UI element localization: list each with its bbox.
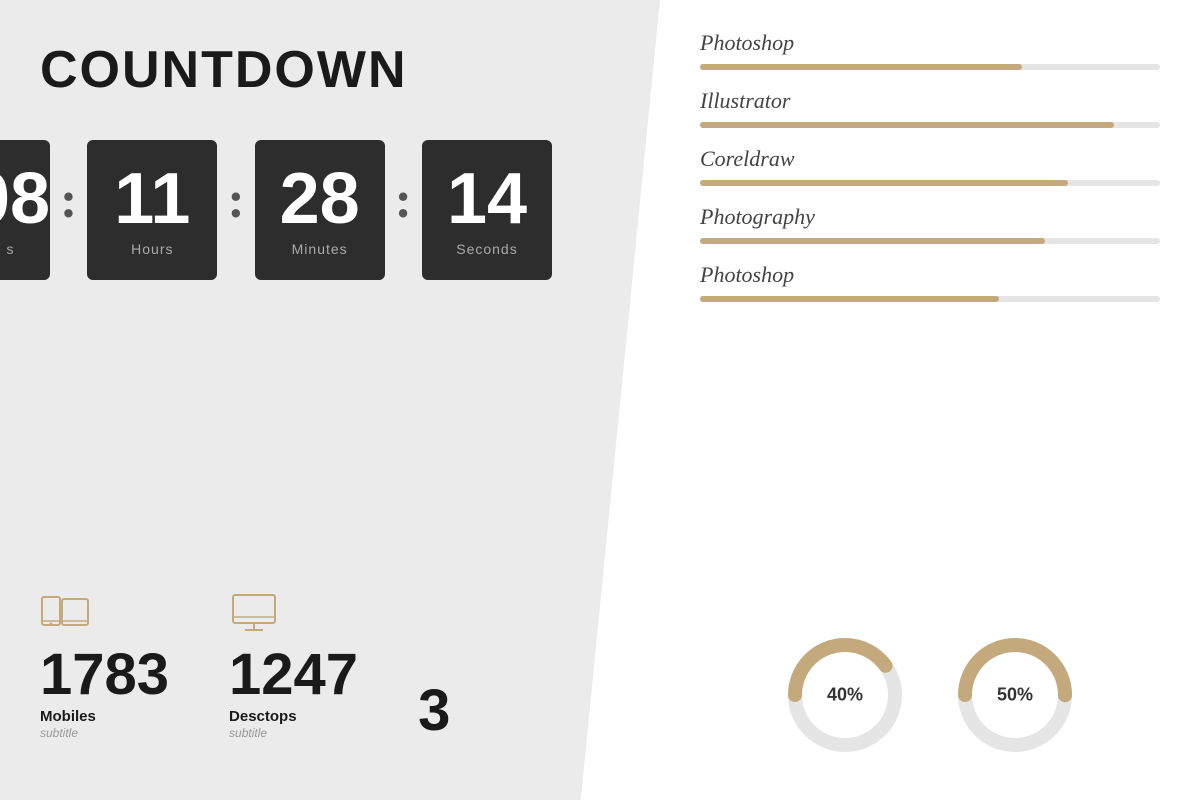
donut-center-0: 40%	[827, 685, 863, 706]
mobiles-label: Mobiles	[40, 708, 96, 725]
days-label-partial: s	[7, 241, 14, 257]
days-block-partial: 08 s	[0, 140, 50, 280]
colon-3: :	[395, 171, 412, 250]
skill-name-0: Photoshop	[700, 30, 1160, 56]
skill-bar-bg-4	[700, 296, 1160, 302]
hours-block: 11 Hours	[87, 140, 217, 280]
skill-bar-fill-2	[700, 180, 1068, 186]
skill-name-2: Coreldraw	[700, 146, 1160, 172]
seconds-value: 14	[447, 163, 527, 235]
countdown-row: 08 s : 11 Hours : 28 Minutes : 14 Second…	[0, 130, 660, 290]
skill-name-3: Photography	[700, 204, 1160, 230]
skill-bar-bg-1	[700, 122, 1160, 128]
stats-section: 1783 Mobiles subtitle 1247 Desctops subt…	[40, 593, 450, 740]
donut-chart-0: 40%	[780, 630, 910, 760]
mobiles-number: 1783	[40, 646, 169, 704]
skill-item-2: Coreldraw	[700, 146, 1160, 186]
seconds-label: Seconds	[456, 241, 517, 257]
hours-label: Hours	[131, 241, 173, 257]
mobiles-sublabel: subtitle	[40, 726, 78, 740]
hours-value: 11	[114, 163, 190, 235]
skill-bar-bg-0	[700, 64, 1160, 70]
stat-desktops: 1247 Desctops subtitle	[229, 593, 358, 740]
skill-bar-fill-4	[700, 296, 999, 302]
donut-chart-1: 50%	[950, 630, 1080, 760]
minutes-label: Minutes	[292, 241, 348, 257]
skill-bar-fill-1	[700, 122, 1114, 128]
skills-section: Photoshop Illustrator Coreldraw Photogra…	[700, 30, 1160, 610]
stat-other: 3	[418, 682, 450, 740]
colon-1: :	[60, 171, 77, 250]
donut-center-1: 50%	[997, 685, 1033, 706]
skill-bar-bg-3	[700, 238, 1160, 244]
other-number: 3	[418, 682, 450, 740]
desktops-label: Desctops	[229, 708, 297, 725]
right-panel: Photoshop Illustrator Coreldraw Photogra…	[660, 0, 1200, 800]
skill-name-4: Photoshop	[700, 262, 1160, 288]
countdown-title: COUNTDOWN	[0, 0, 660, 130]
colon-2: :	[227, 171, 244, 250]
desktop-icon	[229, 593, 279, 638]
skill-bar-fill-0	[700, 64, 1022, 70]
minutes-block: 28 Minutes	[255, 140, 385, 280]
skill-bar-fill-3	[700, 238, 1045, 244]
charts-section: 40% 50%	[700, 610, 1160, 770]
skill-item-1: Illustrator	[700, 88, 1160, 128]
stat-mobiles: 1783 Mobiles subtitle	[40, 593, 169, 740]
desktops-sublabel: subtitle	[229, 726, 267, 740]
skill-item-0: Photoshop	[700, 30, 1160, 70]
mobile-icon	[40, 593, 90, 638]
minutes-value: 28	[280, 163, 360, 235]
left-panel: COUNTDOWN 08 s : 11 Hours : 28 Minutes :…	[0, 0, 660, 800]
skill-name-1: Illustrator	[700, 88, 1160, 114]
skill-item-4: Photoshop	[700, 262, 1160, 302]
days-value-partial: 08	[0, 163, 50, 235]
desktops-number: 1247	[229, 646, 358, 704]
seconds-block: 14 Seconds	[422, 140, 552, 280]
skill-bar-bg-2	[700, 180, 1160, 186]
skill-item-3: Photography	[700, 204, 1160, 244]
